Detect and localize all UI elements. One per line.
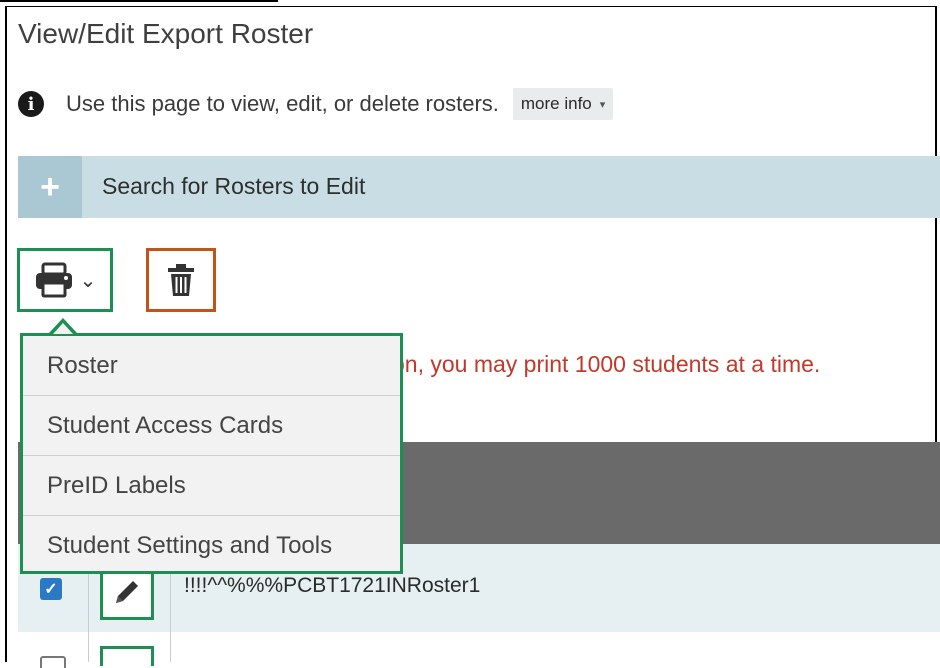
- print-button[interactable]: ⌄: [17, 248, 113, 312]
- page-title: View/Edit Export Roster: [18, 18, 314, 49]
- info-icon: i: [18, 91, 44, 117]
- edit-roster-button[interactable]: [100, 646, 154, 666]
- info-text: Use this page to view, edit, or delete r…: [66, 91, 499, 116]
- screenshot-frame: View/Edit Export Roster i Use this page …: [0, 0, 940, 668]
- menu-item-student-settings-tools[interactable]: Student Settings and Tools: [23, 516, 400, 576]
- info-row: i Use this page to view, edit, or delete…: [18, 88, 614, 120]
- more-info-label: more info: [520, 94, 592, 113]
- roster-name[interactable]: !!!!^^%%%PCBT1721INRoster1: [184, 574, 480, 598]
- trash-icon: [168, 264, 194, 296]
- plus-icon[interactable]: +: [18, 156, 82, 218]
- row-checkbox[interactable]: ✓: [40, 578, 62, 600]
- dropdown-pointer: [53, 323, 73, 334]
- pencil-icon: [116, 581, 138, 603]
- table-row: [18, 632, 940, 662]
- search-panel-label: Search for Rosters to Edit: [102, 173, 366, 199]
- chevron-down-icon: ⌄: [79, 269, 97, 292]
- print-limit-warning: on, you may print 1000 students at a tim…: [392, 351, 821, 377]
- search-rosters-panel[interactable]: + Search for Rosters to Edit: [18, 156, 940, 218]
- delete-button[interactable]: [146, 248, 216, 312]
- menu-item-preid-labels[interactable]: PreID Labels: [23, 456, 400, 516]
- print-options-menu: Roster Student Access Cards PreID Labels…: [20, 333, 403, 574]
- menu-item-student-access-cards[interactable]: Student Access Cards: [23, 396, 400, 456]
- frame-border: [5, 7, 7, 662]
- frame-border: [0, 0, 278, 2]
- caret-down-icon: ▾: [599, 98, 606, 111]
- more-info-button[interactable]: more info ▾: [512, 88, 614, 120]
- printer-icon: [35, 262, 72, 298]
- menu-item-roster[interactable]: Roster: [23, 336, 400, 396]
- row-checkbox[interactable]: [40, 656, 66, 668]
- frame-border: [5, 6, 937, 7]
